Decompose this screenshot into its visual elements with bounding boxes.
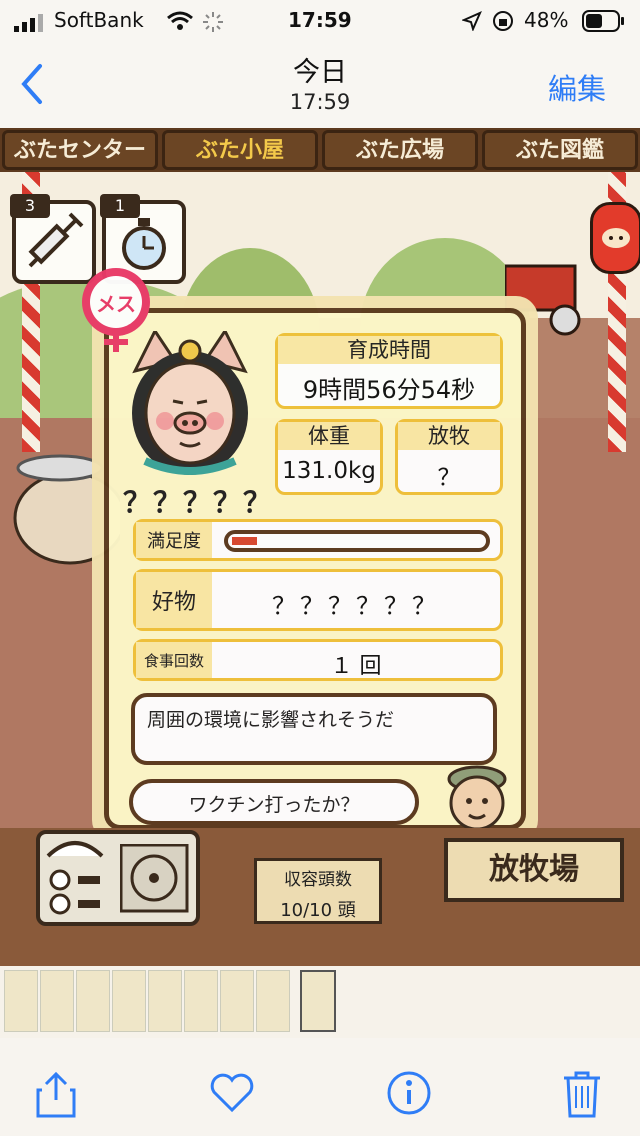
meals-label: 食事回数 <box>136 642 212 678</box>
tab-buta-zukan[interactable]: ぶた図鑑 <box>482 130 638 170</box>
game-tab-bar: ぶたセンター ぶた小屋 ぶた広場 ぶた図鑑 <box>0 128 640 172</box>
wifi-icon <box>166 10 194 36</box>
photo-thumbnail[interactable] <box>148 970 182 1032</box>
share-icon[interactable] <box>34 1070 78 1118</box>
tab-buta-center[interactable]: ぶたセンター <box>2 130 158 170</box>
rearing-time-value: 9時間56分54秒 <box>302 376 476 404</box>
meals-value: １ 回 <box>330 654 382 679</box>
lantern-icon <box>590 202 640 274</box>
nav-title: 今日 <box>293 57 347 88</box>
weight-box: 体重 131.0kg <box>275 419 383 495</box>
info-icon[interactable] <box>386 1070 431 1118</box>
nav-bar: 今日 17:59 編集 <box>0 40 640 128</box>
photo-thumbnail[interactable] <box>184 970 218 1032</box>
satisfaction-bar <box>224 530 490 552</box>
bottom-toolbar <box>0 1038 640 1136</box>
tab-buta-koya[interactable]: ぶた小屋 <box>162 130 318 170</box>
edit-button[interactable]: 編集 <box>548 66 606 108</box>
pig-status-panel: ？？？？？ 育成時間 9時間56分54秒 体重 131.0kg 放牧 ？ 満足度 <box>82 268 538 842</box>
pig-name: ？？？？？ <box>123 486 274 519</box>
photo-thumbnail[interactable] <box>112 970 146 1032</box>
capacity-value: 10/10 頭 <box>280 900 356 921</box>
rotation-lock-icon <box>492 10 514 36</box>
trash-icon[interactable] <box>560 1070 604 1118</box>
female-gender-badge: メス <box>78 268 154 354</box>
fan-icon <box>120 844 189 913</box>
loading-spinner-icon <box>202 11 224 37</box>
photo-thumbnail[interactable] <box>4 970 38 1032</box>
tab-buta-hiroba[interactable]: ぶた広場 <box>322 130 478 170</box>
pasture-sign-button[interactable]: 放牧場 <box>444 838 624 902</box>
gauge-icon <box>46 841 104 915</box>
photo-thumbnail[interactable] <box>76 970 110 1032</box>
favorite-label: 好物 <box>136 572 212 628</box>
photo-thumbnail-selected[interactable] <box>300 970 336 1032</box>
comment-text: 周囲の環境に影響されそうだ <box>147 709 395 731</box>
grazing-label: 放牧 <box>398 422 500 450</box>
scale-panel[interactable] <box>36 830 200 926</box>
grazing-value: ？ <box>437 465 461 491</box>
grazing-box: 放牧 ？ <box>395 419 503 495</box>
capacity-label: 収容頭数 <box>284 870 352 890</box>
favorite-heart-icon[interactable] <box>208 1070 254 1118</box>
favorite-row: 好物 ？？？？？？ <box>133 569 503 631</box>
signal-icon <box>14 14 44 36</box>
stopwatch-count: 1 <box>100 194 140 218</box>
comment-bubble: 周囲の環境に影響されそうだ <box>131 693 497 765</box>
weight-label: 体重 <box>278 422 380 450</box>
rearing-time-label: 育成時間 <box>278 336 500 364</box>
status-time: 17:59 <box>288 8 352 32</box>
capacity-sign: 収容頭数 10/10 頭 <box>254 858 382 924</box>
satisfaction-label: 満足度 <box>136 522 212 558</box>
panel-frame: ？？？？？ 育成時間 9時間56分54秒 体重 131.0kg 放牧 ？ 満足度 <box>104 308 526 831</box>
photo-thumbnail[interactable] <box>256 970 290 1032</box>
pasture-sign-label: 放牧場 <box>489 852 579 887</box>
carrier-name: SoftBank <box>54 8 144 32</box>
rearing-time-box: 育成時間 9時間56分54秒 <box>275 333 503 409</box>
game-screenshot[interactable]: ぶたセンター ぶた小屋 ぶた広場 ぶた図鑑 3 1 ？？？？？ 育成時間 9時間… <box>0 128 640 966</box>
syringe-count: 3 <box>10 194 50 218</box>
photo-thumbnail[interactable] <box>220 970 254 1032</box>
satisfaction-row: 満足度 <box>133 519 503 561</box>
satisfaction-bar-fill <box>232 537 257 545</box>
question-text: ワクチン打ったか？ <box>188 794 360 816</box>
nav-subtitle: 17:59 <box>289 90 351 114</box>
thumbnail-strip <box>0 966 640 1038</box>
favorite-value: ？？？？？？ <box>272 592 440 620</box>
photo-thumbnail[interactable] <box>40 970 74 1032</box>
game-bottom-area: 収容頭数 10/10 頭 放牧場 <box>0 828 640 966</box>
location-icon <box>461 11 482 35</box>
status-bar: SoftBank 17:59 48% <box>0 0 640 40</box>
farmer-icon <box>439 759 515 835</box>
battery-icon <box>582 10 626 36</box>
gender-label: メス <box>96 292 136 316</box>
meals-row: 食事回数 １ 回 <box>133 639 503 681</box>
weight-value: 131.0kg <box>282 458 376 484</box>
battery-percent: 48% <box>524 8 569 32</box>
question-bubble: ワクチン打ったか？ <box>129 779 419 825</box>
